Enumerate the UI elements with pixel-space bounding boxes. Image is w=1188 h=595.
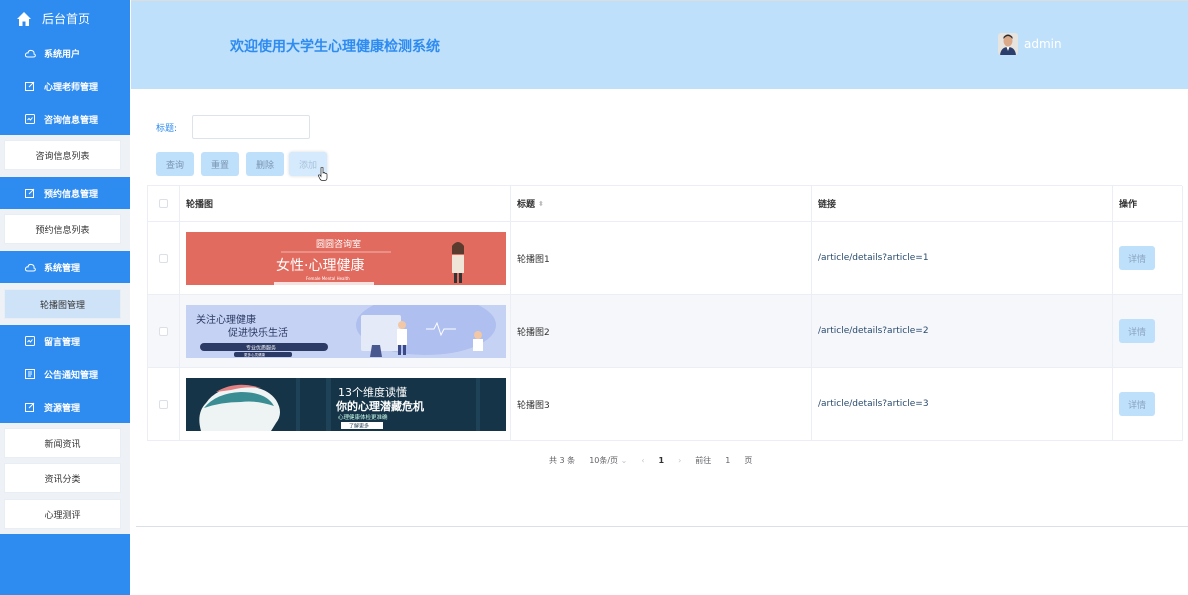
pagination-total: 共 3 条 bbox=[549, 455, 576, 465]
title-search-input[interactable] bbox=[192, 115, 310, 139]
user-menu[interactable]: admin bbox=[998, 33, 1062, 55]
sidebar-item-system-users[interactable]: 系统用户 bbox=[0, 37, 130, 69]
banner-main-text: 女性·心理健康 bbox=[276, 257, 364, 274]
chat-icon bbox=[24, 335, 36, 347]
carousel-banner-image: 圆圆咨询室 女性·心理健康 Female Mental Health bbox=[186, 231, 506, 285]
row-checkbox[interactable] bbox=[159, 326, 168, 336]
username: admin bbox=[1024, 37, 1062, 51]
row-checkbox[interactable] bbox=[159, 399, 168, 409]
header: 欢迎使用大学生心理健康检测系统 admin bbox=[131, 0, 1188, 89]
banner-line1: 关注心理健康 bbox=[196, 313, 256, 326]
page-number[interactable]: 1 bbox=[659, 456, 665, 465]
banner-line2: 你的心理潜藏危机 bbox=[335, 399, 424, 413]
sidebar-item-label: 资源管理 bbox=[44, 403, 81, 414]
hand-cursor-icon bbox=[318, 167, 328, 181]
sidebar-subitem-appointment-list[interactable]: 预约信息列表 bbox=[4, 214, 121, 244]
cloud-icon bbox=[24, 47, 36, 59]
column-header-title-label: 标题 bbox=[517, 200, 536, 210]
sidebar-item-label: 公告通知管理 bbox=[44, 370, 99, 381]
detail-button[interactable]: 详情 bbox=[1119, 319, 1155, 343]
goto-page-input[interactable]: 1 bbox=[725, 456, 730, 465]
main-content: 标题: 查询 重置 删除 添加 轮播图 标题 ⬍ 链接 操作 圆圆咨询室 女性·… bbox=[131, 89, 1188, 595]
banner-line3: 心理健康体检更准确 bbox=[338, 413, 388, 421]
sidebar-item-label: 心理老师管理 bbox=[44, 82, 99, 93]
carousel-banner-image: 关注心理健康 促进快乐生活 专业优质服务 更多心灵健康 bbox=[186, 304, 506, 358]
table-row: 圆圆咨询室 女性·心理健康 Female Mental Health 轮播图1 … bbox=[148, 222, 1183, 295]
page-size-select[interactable]: 10条/页 ⌄ bbox=[589, 455, 627, 466]
cloud-icon bbox=[24, 261, 36, 273]
table-row: 关注心理健康 促进快乐生活 专业优质服务 更多心灵健康 轮播图2 /articl… bbox=[148, 295, 1183, 368]
table-row: 13个维度读懂 你的心理潜藏危机 心理健康体检更准确 了解更多 轮播图3 /ar… bbox=[148, 368, 1183, 441]
row-title: 轮播图1 bbox=[511, 222, 812, 294]
goto-suffix: 页 bbox=[744, 455, 753, 465]
divider bbox=[136, 526, 1188, 527]
sidebar-item-resources[interactable]: 资源管理 bbox=[0, 391, 130, 423]
sidebar-item-notices[interactable]: 公告通知管理 bbox=[0, 358, 130, 390]
carousel-banner-image: 13个维度读懂 你的心理潜藏危机 心理健康体检更准确 了解更多 bbox=[186, 377, 506, 431]
carousel-table: 轮播图 标题 ⬍ 链接 操作 圆圆咨询室 女性·心理健康 Female Ment… bbox=[147, 185, 1183, 441]
row-title: 轮播图2 bbox=[511, 295, 812, 367]
goto-label: 前往 bbox=[695, 455, 712, 465]
edit-icon bbox=[24, 187, 36, 199]
row-link: /article/details?article=1 bbox=[812, 222, 1113, 294]
banner-tag2: 更多心灵健康 bbox=[244, 352, 265, 357]
sidebar-item-home[interactable]: 后台首页 bbox=[0, 0, 130, 37]
sidebar-item-appointments[interactable]: 预约信息管理 bbox=[0, 177, 130, 209]
delete-button[interactable]: 删除 bbox=[246, 152, 285, 176]
row-link: /article/details?article=3 bbox=[812, 368, 1113, 440]
avatar bbox=[998, 33, 1018, 55]
column-header-link: 链接 bbox=[812, 186, 1113, 221]
sidebar-item-system-manage[interactable]: 系统管理 bbox=[0, 251, 130, 283]
document-icon bbox=[24, 368, 36, 380]
banner-button: 了解更多 bbox=[349, 422, 369, 429]
banner-sub-text: Female Mental Health bbox=[306, 276, 350, 281]
home-icon bbox=[17, 11, 31, 26]
row-link: /article/details?article=2 bbox=[812, 295, 1113, 367]
sort-icon[interactable]: ⬍ bbox=[538, 200, 544, 208]
column-header-title[interactable]: 标题 ⬍ bbox=[511, 186, 812, 221]
banner-line2: 促进快乐生活 bbox=[228, 326, 288, 339]
sidebar-subitem-news[interactable]: 新闻资讯 bbox=[4, 428, 121, 458]
pagination: 共 3 条 10条/页 ⌄ ‹ 1 › 前往 1 页 bbox=[549, 453, 752, 467]
sidebar-item-teachers[interactable]: 心理老师管理 bbox=[0, 70, 130, 102]
row-title: 轮播图3 bbox=[511, 368, 812, 440]
select-all-checkbox[interactable] bbox=[159, 199, 168, 208]
banner-top-text: 圆圆咨询室 bbox=[316, 238, 361, 250]
sidebar-item-label: 咨询信息管理 bbox=[44, 115, 99, 126]
edit-icon bbox=[24, 80, 36, 92]
sidebar-item-messages[interactable]: 留言管理 bbox=[0, 325, 130, 357]
sidebar-subitem-assessment[interactable]: 心理测评 bbox=[4, 499, 121, 529]
sidebar-item-label: 系统管理 bbox=[44, 263, 81, 274]
sidebar-item-label: 预约信息管理 bbox=[44, 189, 99, 200]
row-checkbox[interactable] bbox=[159, 253, 168, 263]
detail-button[interactable]: 详情 bbox=[1119, 246, 1155, 270]
column-header-image: 轮播图 bbox=[180, 186, 511, 221]
page-size-value: 10条/页 bbox=[589, 455, 619, 465]
sidebar-home-label: 后台首页 bbox=[42, 12, 91, 26]
banner-line1: 13个维度读懂 bbox=[338, 385, 407, 399]
sidebar: 后台首页 系统用户 心理老师管理 咨询信息管理 咨询信息列表 预约信息管理 预约… bbox=[0, 0, 130, 595]
chat-icon bbox=[24, 113, 36, 125]
page-title: 欢迎使用大学生心理健康检测系统 bbox=[230, 39, 440, 55]
sidebar-subitem-carousel[interactable]: 轮播图管理 bbox=[4, 289, 121, 319]
chevron-right-icon[interactable]: › bbox=[678, 456, 681, 465]
sidebar-subitem-consult-list[interactable]: 咨询信息列表 bbox=[4, 140, 121, 170]
detail-button[interactable]: 详情 bbox=[1119, 392, 1155, 416]
chevron-left-icon[interactable]: ‹ bbox=[641, 456, 644, 465]
edit-icon bbox=[24, 401, 36, 413]
reset-button[interactable]: 重置 bbox=[201, 152, 240, 176]
banner-tag1: 专业优质服务 bbox=[246, 344, 276, 351]
sidebar-item-consult[interactable]: 咨询信息管理 bbox=[0, 103, 130, 135]
query-button[interactable]: 查询 bbox=[156, 152, 195, 176]
sidebar-item-label: 留言管理 bbox=[44, 337, 81, 348]
chevron-down-icon: ⌄ bbox=[620, 455, 628, 465]
table-header-row: 轮播图 标题 ⬍ 链接 操作 bbox=[148, 186, 1183, 222]
column-header-operation: 操作 bbox=[1113, 186, 1183, 221]
sidebar-subitem-news-category[interactable]: 资讯分类 bbox=[4, 463, 121, 493]
search-label: 标题: bbox=[156, 124, 178, 134]
sidebar-item-label: 系统用户 bbox=[44, 49, 81, 60]
